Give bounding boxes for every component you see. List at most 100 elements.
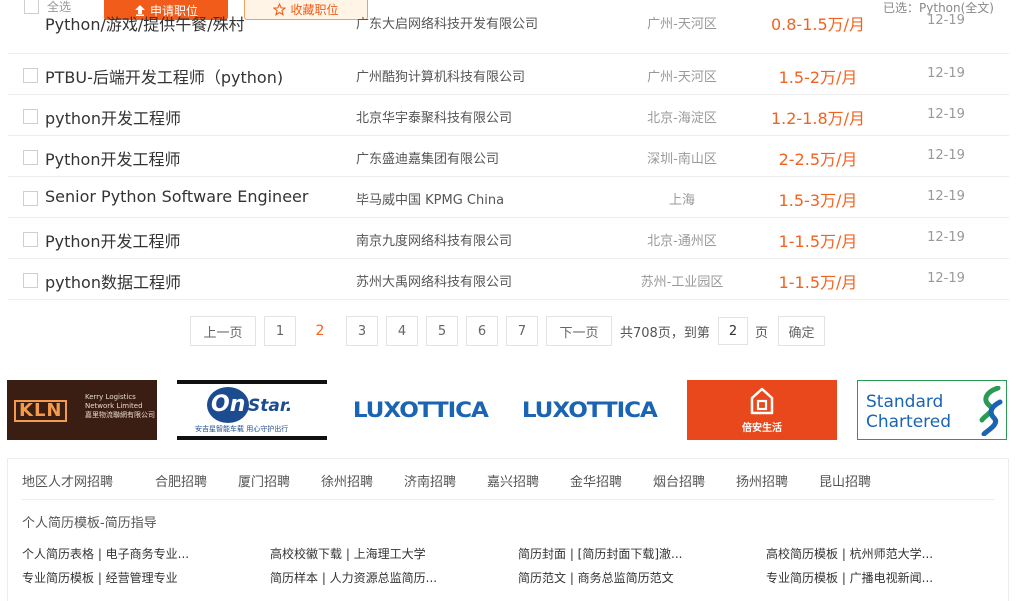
job-title-link[interactable]: python开发工程师 (45, 105, 181, 129)
resume-link[interactable]: 简历样本 | 人力资源总监简历... (270, 569, 437, 586)
job-location: 北京-海淀区 (647, 111, 717, 126)
job-title-link[interactable]: Python/游戏/提供午餐/殊村 (45, 11, 245, 35)
kln-line-3: 嘉里物流聯網有限公司 (85, 411, 155, 419)
resume-link[interactable]: 高校校徽下载 | 上海理工大学 (270, 545, 426, 562)
job-row: Python开发工程师 南京九度网络科技有限公司 北京-通州区 1-1.5万/月… (8, 218, 1009, 259)
sc-swirl-icon (979, 386, 1003, 436)
region-link[interactable]: 合肥招聘 (155, 471, 207, 490)
resume-link[interactable]: 简历封面 | [简历封面下载]澈... (518, 545, 682, 562)
job-title-link[interactable]: Python开发工程师 (45, 146, 180, 170)
luxottica-logo[interactable]: LUXOTTICA (345, 380, 495, 440)
job-list: Python/游戏/提供午餐/殊村 广东大启网络科技开发有限公司 广州-天河区 … (8, 13, 1009, 300)
job-date: 12-19 (927, 148, 965, 163)
kln-line-2: Network Limited (85, 402, 143, 410)
job-date: 12-19 (927, 271, 965, 286)
job-salary: 0.8-1.5万/月 (770, 15, 866, 34)
kln-line-1: Kerry Logistics (85, 393, 136, 401)
page-3-button[interactable]: 3 (346, 316, 378, 346)
job-row: Senior Python Software Engineer 毕马威中国 KP… (8, 177, 1009, 218)
company-link[interactable]: 南京九度网络科技有限公司 (356, 230, 512, 249)
job-salary: 2-2.5万/月 (778, 150, 858, 169)
job-checkbox[interactable] (23, 68, 38, 83)
company-link[interactable]: 广东大启网络科技开发有限公司 (356, 13, 538, 32)
job-title-link[interactable]: Senior Python Software Engineer (45, 187, 308, 206)
job-row: python数据工程师 苏州大禹网络科技有限公司 苏州-工业园区 1-1.5万/… (8, 259, 1009, 300)
luxottica-wordmark: LUXOTTICA (352, 398, 489, 422)
job-salary: 1.5-3万/月 (778, 191, 858, 210)
region-link[interactable]: 厦门招聘 (238, 471, 290, 490)
goto-confirm-button[interactable]: 确定 (778, 316, 825, 346)
luxottica-logo[interactable]: LUXOTTICA (514, 380, 664, 440)
job-row: PTBU-后端开发工程师（python) 广州酷狗计算机科技有限公司 广州-天河… (8, 54, 1009, 95)
pagination: 上一页 1 2 3 4 5 6 7 下一页 共708页，到第 页 确定 (0, 316, 1016, 348)
page-5-button[interactable]: 5 (426, 316, 458, 346)
job-checkbox[interactable] (23, 191, 38, 206)
kln-logo[interactable]: KLN Kerry Logistics Network Limited 嘉里物流… (7, 380, 157, 440)
company-link[interactable]: 苏州大禹网络科技有限公司 (356, 271, 512, 290)
page-1-button[interactable]: 1 (264, 316, 296, 346)
onstar-star-text: Star. (248, 396, 293, 416)
job-location: 广州-天河区 (647, 17, 717, 32)
job-salary: 1.5-2万/月 (778, 68, 858, 87)
onstar-logo[interactable]: On Star. 安吉星智能车载 用心守护出行 (177, 380, 327, 440)
resume-link[interactable]: 专业简历模板 | 经营管理专业 (22, 569, 178, 586)
page-unit-text: 页 (755, 326, 769, 341)
job-checkbox[interactable] (23, 150, 38, 165)
region-link[interactable]: 嘉兴招聘 (487, 471, 539, 490)
job-location: 广州-天河区 (647, 70, 717, 85)
page-2-current[interactable]: 2 (304, 316, 336, 346)
onstar-on-text: On (211, 392, 246, 417)
prev-page-button[interactable]: 上一页 (190, 316, 256, 346)
company-link[interactable]: 北京华宇泰聚科技有限公司 (356, 107, 512, 126)
job-salary: 1-1.5万/月 (778, 232, 858, 251)
anjia-text: 倍安生活 (742, 423, 782, 434)
page-4-button[interactable]: 4 (386, 316, 418, 346)
region-link[interactable]: 济南招聘 (404, 471, 456, 490)
total-pages-text: 共708页，到第 (620, 326, 710, 341)
job-title-link[interactable]: PTBU-后端开发工程师（python) (45, 64, 283, 88)
resume-link[interactable]: 个人简历表格 | 电子商务专业... (22, 545, 189, 562)
standard-chartered-logo[interactable]: Standard Chartered (857, 380, 1007, 440)
company-link[interactable]: 广东盛迪嘉集团有限公司 (356, 148, 499, 167)
page-6-button[interactable]: 6 (466, 316, 498, 346)
job-row: Python/游戏/提供午餐/殊村 广东大启网络科技开发有限公司 广州-天河区 … (8, 0, 1009, 54)
job-date: 12-19 (927, 189, 965, 204)
company-link[interactable]: 毕马威中国 KPMG China (356, 189, 504, 208)
sc-line-1: Standard (866, 392, 944, 412)
job-date: 12-19 (927, 107, 965, 122)
job-row: python开发工程师 北京华宇泰聚科技有限公司 北京-海淀区 1.2-1.8万… (8, 95, 1009, 136)
job-location: 苏州-工业园区 (640, 275, 724, 290)
job-checkbox[interactable] (23, 109, 38, 124)
region-link[interactable]: 扬州招聘 (736, 471, 788, 490)
resume-section-title: 个人简历模板-简历指导 (22, 516, 157, 531)
next-page-button[interactable]: 下一页 (546, 316, 612, 346)
resume-link[interactable]: 专业简历模板 | 广播电视新闻... (766, 569, 933, 586)
region-link[interactable]: 昆山招聘 (819, 471, 871, 490)
job-salary: 1-1.5万/月 (778, 273, 858, 292)
kln-company-text: Kerry Logistics Network Limited 嘉里物流聯網有限… (85, 393, 155, 420)
region-link[interactable]: 徐州招聘 (321, 471, 373, 490)
company-link[interactable]: 广州酷狗计算机科技有限公司 (356, 66, 525, 85)
partner-logos: KLN Kerry Logistics Network Limited 嘉里物流… (0, 380, 1016, 440)
job-salary: 1.2-1.8万/月 (770, 109, 866, 128)
sc-line-2: Chartered (866, 412, 952, 432)
job-date: 12-19 (927, 66, 965, 81)
house-icon (750, 387, 774, 415)
region-recruit-links: 地区人才网招聘 合肥招聘 厦门招聘 徐州招聘 济南招聘 嘉兴招聘 金华招聘 烟台… (22, 471, 994, 500)
goto-page-input[interactable] (718, 317, 748, 345)
resume-link[interactable]: 高校简历模板 | 杭州师范大学... (766, 545, 933, 562)
anjia-logo[interactable]: 倍安生活 (687, 380, 837, 440)
job-location: 北京-通州区 (647, 234, 717, 249)
job-date: 12-19 (927, 230, 965, 245)
job-title-link[interactable]: python数据工程师 (45, 269, 181, 293)
page-7-button[interactable]: 7 (506, 316, 538, 346)
job-location: 深圳-南山区 (647, 152, 717, 167)
region-link[interactable]: 烟台招聘 (653, 471, 705, 490)
job-checkbox[interactable] (23, 232, 38, 247)
job-title-link[interactable]: Python开发工程师 (45, 228, 180, 252)
job-checkbox[interactable] (23, 273, 38, 288)
region-link[interactable]: 金华招聘 (570, 471, 622, 490)
resume-link[interactable]: 简历范文 | 商务总监简历范文 (518, 569, 674, 586)
job-location: 上海 (668, 193, 695, 208)
sc-wordmark: Standard Chartered (866, 392, 951, 432)
